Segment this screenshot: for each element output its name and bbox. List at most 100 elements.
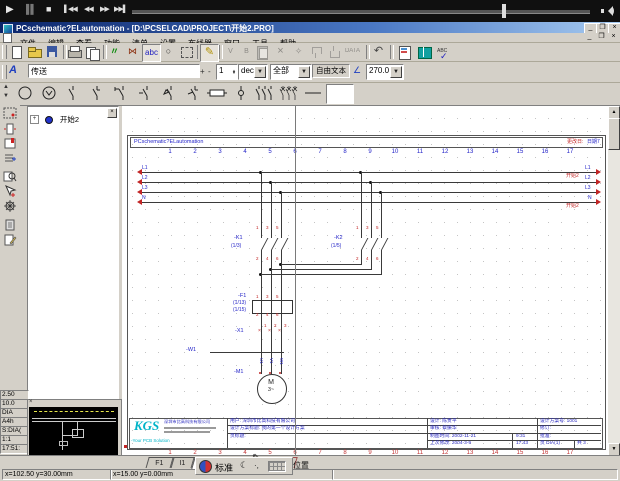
contact-nc-symbol-button[interactable] xyxy=(86,84,108,102)
circle-tool-button[interactable]: ○ xyxy=(160,44,177,60)
pause-button[interactable]: ▌▌ xyxy=(26,4,35,14)
dropdown-arrow-icon[interactable]: ▼ xyxy=(390,66,402,78)
dropdown-arrow-icon[interactable]: ▼ xyxy=(298,66,310,78)
angle-dropdown[interactable]: 270.0▼ xyxy=(366,64,404,80)
preview-close-icon[interactable]: × xyxy=(29,399,33,405)
pushbutton-nc-symbol-button[interactable] xyxy=(182,84,204,102)
tree-root-item[interactable]: + 开始2 xyxy=(30,111,79,121)
skip-end-button[interactable]: ▶▶▌ xyxy=(114,5,127,13)
delete-button[interactable]: × xyxy=(272,44,289,60)
scope-dropdown[interactable]: 全部▼ xyxy=(270,64,312,80)
ime-softkeyboard-icon[interactable] xyxy=(268,461,286,472)
toolbar-grip[interactable] xyxy=(2,45,7,59)
lamp-symbol-button[interactable] xyxy=(14,84,36,102)
save-button[interactable] xyxy=(44,44,61,60)
area-tool-button[interactable] xyxy=(178,44,195,60)
child-restore-button[interactable]: ❐ xyxy=(596,33,607,41)
notes-icon[interactable] xyxy=(1,219,18,233)
stop-button[interactable]: ■ xyxy=(46,4,51,14)
seek-slider-track[interactable] xyxy=(132,10,590,14)
unit-dropdown[interactable]: dec▼ xyxy=(238,64,268,80)
three-phase-contact-symbol-button[interactable] xyxy=(254,84,276,102)
motor-terminal-dot xyxy=(279,372,281,374)
spellcheck-button[interactable]: ABC✓ xyxy=(436,44,453,60)
increase-button[interactable]: + xyxy=(200,67,205,76)
symbol-spinner-down-icon[interactable]: ▼ xyxy=(3,93,9,99)
new-file-button[interactable] xyxy=(8,44,25,60)
motor-symbol-button[interactable] xyxy=(38,84,60,102)
zoom-page-icon[interactable] xyxy=(1,170,18,184)
pencil-mode-button[interactable]: ✎ xyxy=(200,44,219,62)
symbol-book-icon[interactable] xyxy=(1,137,18,151)
wire xyxy=(271,232,272,238)
play-button[interactable]: ▶ xyxy=(6,4,14,15)
ime-fullwidth-icon[interactable]: ☾ xyxy=(240,460,248,471)
free-text-button[interactable]: 自由文本 xyxy=(312,64,350,78)
page-grid-button[interactable] xyxy=(396,44,413,60)
text-style-icon[interactable]: A xyxy=(9,64,17,76)
text-tool-button[interactable]: abc xyxy=(142,44,161,62)
rail-label-left: N xyxy=(142,196,146,201)
edit-notes-icon[interactable] xyxy=(1,234,18,248)
preview-rail xyxy=(32,418,116,419)
page-flip-icon[interactable] xyxy=(1,123,18,137)
dropdown-arrow-icon[interactable]: ▼ xyxy=(254,66,266,78)
tree-expand-icon[interactable]: + xyxy=(30,115,39,124)
contact-no-symbol-button[interactable] xyxy=(62,84,84,102)
rotate-angle-icon[interactable]: ∠ xyxy=(353,65,361,76)
wire xyxy=(261,232,262,238)
print-button[interactable] xyxy=(66,44,83,60)
area-select-icon[interactable] xyxy=(1,107,18,121)
vertical-scrollbar[interactable]: ▲ ▼ xyxy=(608,106,620,455)
child-minimize-button[interactable]: _ xyxy=(584,33,595,41)
undo-button[interactable]: ↶ xyxy=(370,44,387,60)
settings-wheel-icon[interactable] xyxy=(1,200,18,214)
ime-logo-icon[interactable] xyxy=(199,460,212,473)
paste-button[interactable] xyxy=(254,44,271,60)
child-close-button[interactable]: × xyxy=(608,33,619,41)
preview-titlebar[interactable]: × xyxy=(28,400,119,407)
three-phase-breaker-symbol-button[interactable] xyxy=(278,84,300,102)
tree-root-label[interactable]: 开始2 xyxy=(60,115,79,124)
decrease-button[interactable]: - xyxy=(208,67,211,76)
limit-switch-nc-symbol-button[interactable] xyxy=(110,84,132,102)
terminal-symbol-button[interactable] xyxy=(230,84,252,102)
lines-tool-button[interactable]: 〃 xyxy=(106,44,123,60)
symbols-tool-button[interactable]: ⋈ xyxy=(124,44,141,60)
tree-close-icon[interactable]: × xyxy=(107,108,117,118)
title-bar[interactable]: PCschematic?ELautomation - [D:\PCSELCAD\… xyxy=(0,22,620,33)
catalog-book-button[interactable] xyxy=(416,44,433,60)
count-spinner[interactable]: 1 ▲ ▼ xyxy=(216,64,238,80)
blank-symbol-button[interactable] xyxy=(326,84,354,104)
limit-switch-no-symbol-button[interactable] xyxy=(134,84,156,102)
seek-slider-thumb[interactable] xyxy=(502,4,506,18)
pointer-add-icon[interactable] xyxy=(1,185,18,199)
print-pages-button[interactable] xyxy=(84,44,101,60)
coil-symbol-button[interactable] xyxy=(206,84,228,102)
column-number: 1 xyxy=(160,149,180,155)
pushbutton-no-symbol-button[interactable] xyxy=(158,84,180,102)
drawing-canvas[interactable]: PCschematic?ELautomation 更改日: 日期7 1 2 3 … xyxy=(122,106,608,455)
skip-back-button[interactable]: ▌◀◀ xyxy=(64,5,77,13)
ime-bar[interactable]: 标准 ☾ ·, xyxy=(195,457,293,475)
text-value-input[interactable] xyxy=(28,64,200,78)
pin-down-button[interactable] xyxy=(326,44,343,60)
ime-mode-button[interactable]: 标准 xyxy=(215,461,233,474)
pin-up-button[interactable] xyxy=(308,44,325,60)
cable-line xyxy=(210,352,284,353)
data-button[interactable]: DATA xyxy=(344,44,361,60)
forward-button[interactable]: ▶▶ xyxy=(100,5,109,13)
toolbar-grip[interactable] xyxy=(2,65,7,79)
rewind-button[interactable]: ◀◀ xyxy=(84,5,93,13)
scroll-thumb[interactable] xyxy=(608,118,620,150)
volume-icon[interactable] xyxy=(601,6,613,16)
open-file-button[interactable] xyxy=(26,44,43,60)
spinner-down-icon[interactable]: ▼ xyxy=(232,67,236,79)
view-v-button[interactable]: V xyxy=(222,44,239,60)
align-button[interactable]: ✧ xyxy=(290,44,307,60)
symbol-spinner-up-icon[interactable]: ▲ xyxy=(3,84,9,90)
line-list-icon[interactable] xyxy=(1,152,18,166)
ime-punctuation-icon[interactable]: ·, xyxy=(254,461,259,470)
line-symbol-button[interactable] xyxy=(302,84,324,102)
view-b-button[interactable]: B xyxy=(238,44,255,60)
